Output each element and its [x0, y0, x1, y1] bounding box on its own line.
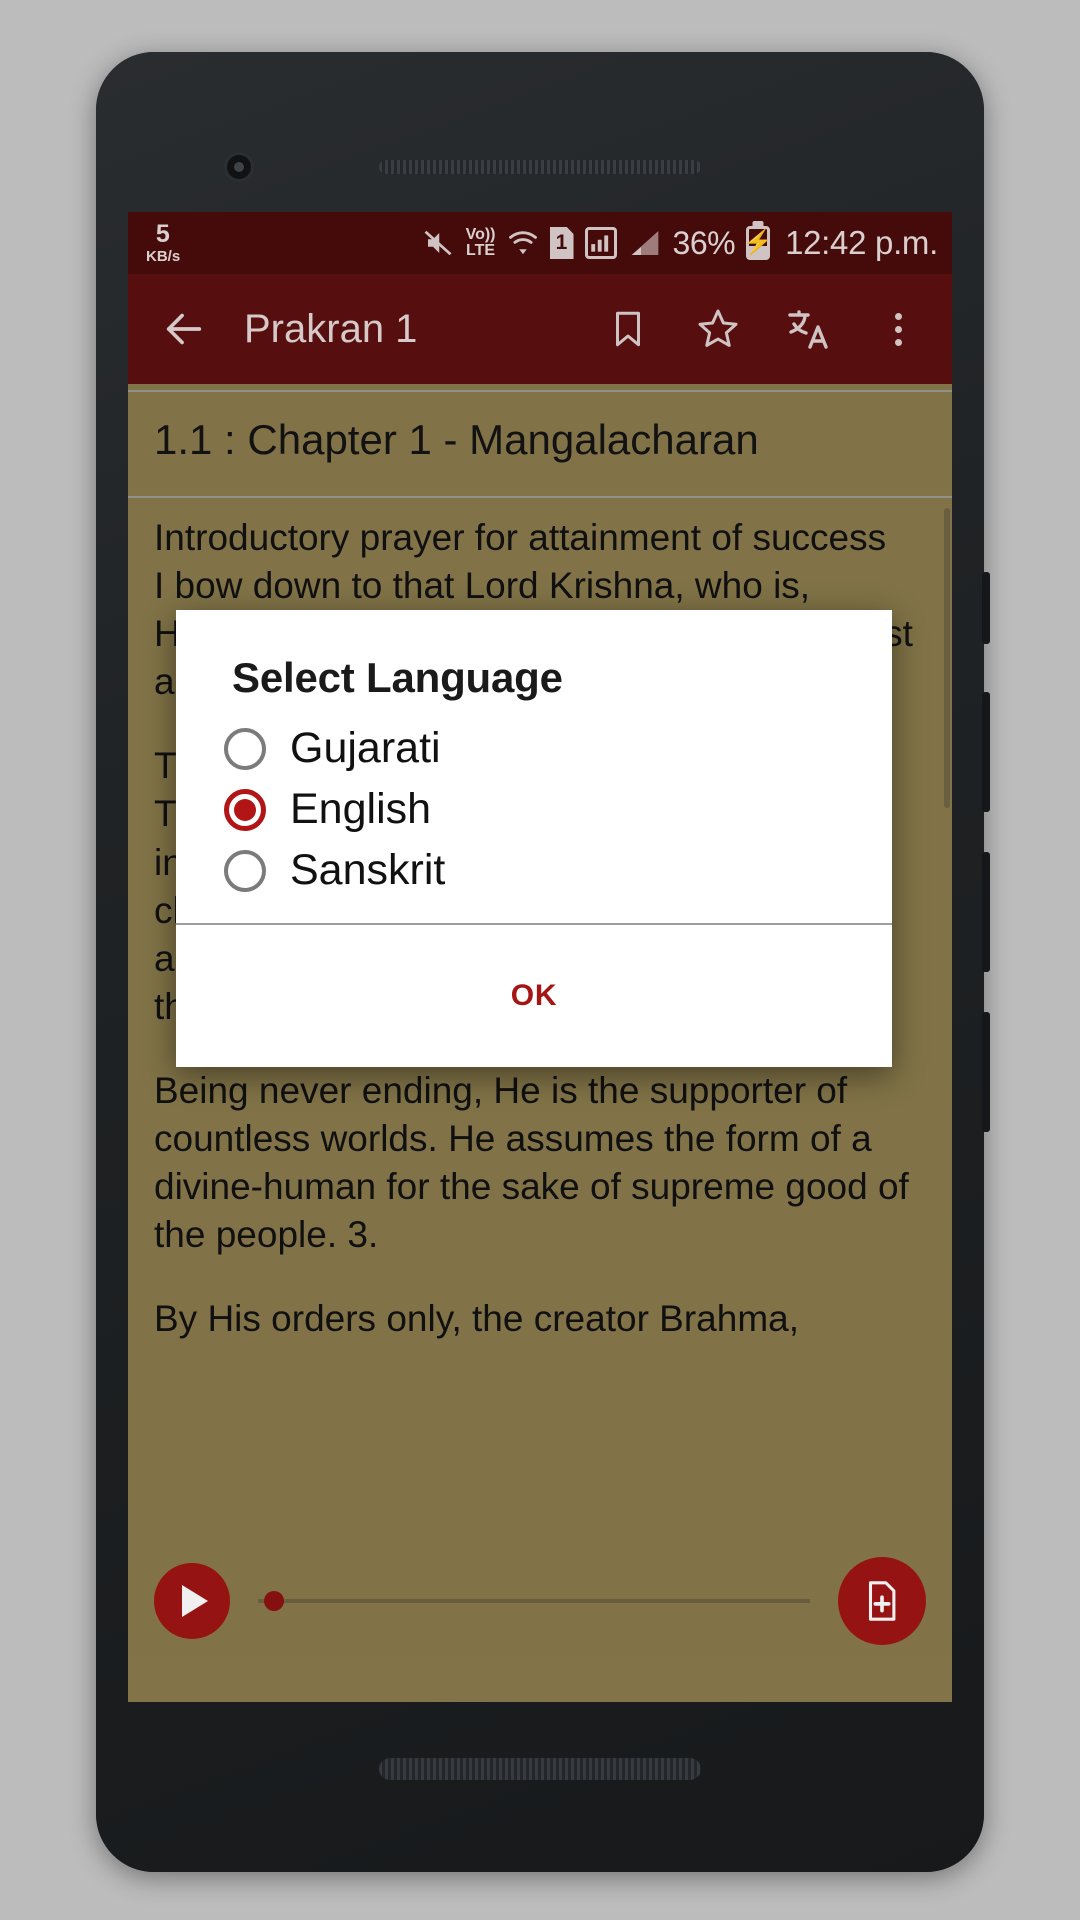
phone-button-volume-down[interactable]: [982, 852, 990, 972]
dialog-title: Select Language: [232, 654, 563, 701]
phone-frame: 5 KB/s Vo)) LTE 1 36% ⚡ 12:42 p.m. Prakr…: [96, 52, 990, 1872]
home-button[interactable]: [379, 1758, 701, 1780]
radio-button-icon[interactable]: [224, 727, 266, 770]
phone-button-volume-up[interactable]: [982, 692, 990, 812]
dialog-action-row: OK: [176, 925, 892, 1067]
select-language-dialog: Select Language Gujarati English Sanskri…: [176, 610, 892, 1067]
language-radio-group: Gujarati English Sanskrit: [176, 708, 892, 923]
radio-option-label: Gujarati: [290, 724, 441, 772]
radio-option-label: Sanskrit: [290, 846, 446, 894]
phone-button-extra[interactable]: [982, 1012, 990, 1132]
screenshot-root: 5 KB/s Vo)) LTE 1 36% ⚡ 12:42 p.m. Prakr…: [0, 0, 1080, 1920]
front-camera: [224, 152, 254, 182]
phone-button-power[interactable]: [982, 572, 990, 644]
phone-screen: 5 KB/s Vo)) LTE 1 36% ⚡ 12:42 p.m. Prakr…: [128, 212, 952, 1702]
ok-button[interactable]: OK: [511, 979, 558, 1013]
radio-option-label: English: [290, 785, 432, 833]
radio-option-sanskrit[interactable]: Sanskrit: [176, 840, 892, 901]
radio-option-english[interactable]: English: [176, 779, 892, 840]
radio-button-icon[interactable]: [224, 849, 266, 892]
radio-button-selected-icon[interactable]: [224, 788, 266, 831]
radio-option-gujarati[interactable]: Gujarati: [176, 718, 892, 779]
earpiece-speaker: [379, 160, 701, 174]
